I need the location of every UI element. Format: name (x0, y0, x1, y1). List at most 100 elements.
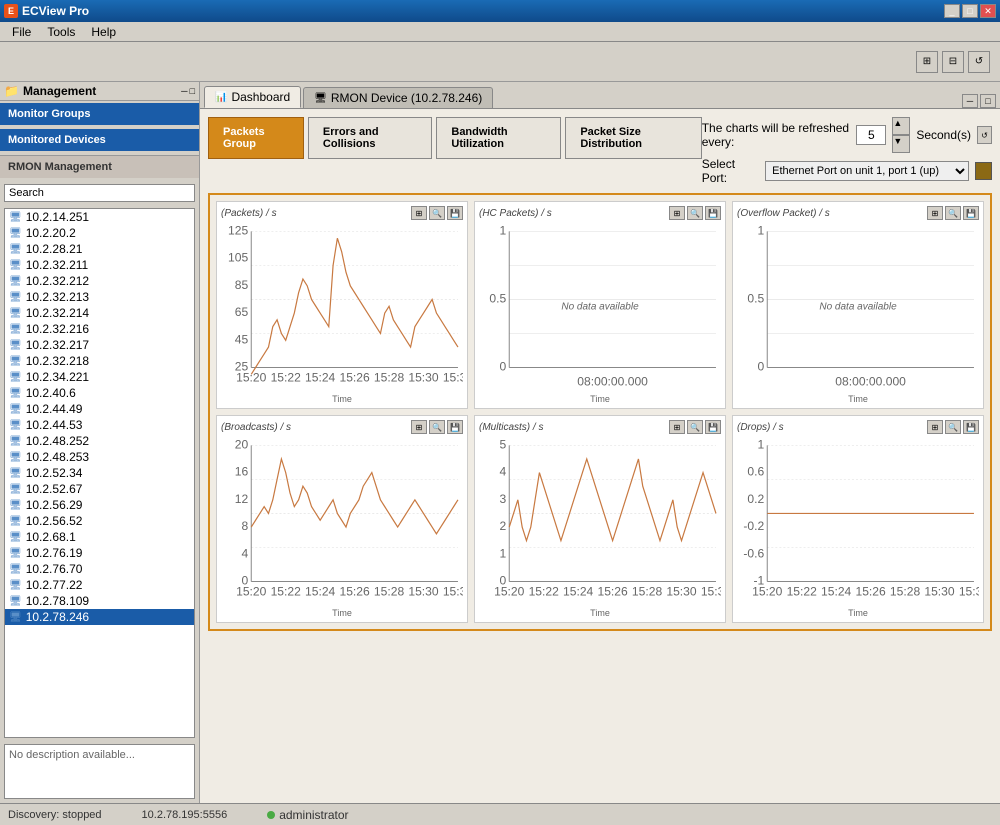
refresh-up-btn[interactable]: ▲ (892, 117, 910, 135)
menu-help[interactable]: Help (83, 23, 124, 41)
list-item[interactable]: 🖥10.2.32.217 (5, 337, 194, 353)
list-item[interactable]: 🖥10.2.52.67 (5, 481, 194, 497)
device-icon: 🖥 (9, 484, 22, 495)
chart-zoom-btn[interactable]: 🔍 (687, 206, 703, 220)
device-icon: 🖥 (9, 468, 22, 479)
list-item[interactable]: 🖥10.2.32.218 (5, 353, 194, 369)
chart-table-btn[interactable]: ⊞ (927, 206, 943, 220)
maximize-button[interactable]: □ (962, 4, 978, 18)
svg-text:15:22: 15:22 (787, 585, 818, 599)
panel-minimize-btn[interactable]: ─ (181, 86, 187, 96)
device-icon: 🖥 (9, 388, 22, 399)
tab-dashboard[interactable]: 📊 Dashboard (204, 86, 301, 108)
refresh-go-btn[interactable]: ↺ (977, 126, 992, 144)
device-icon: 🖥 (9, 516, 22, 527)
svg-text:1: 1 (499, 546, 506, 560)
description-box: No description available... (4, 744, 195, 799)
device-icon: 🖥 (9, 580, 22, 591)
chart-title: (Packets) / s (221, 208, 277, 219)
list-item[interactable]: 🖥10.2.48.252 (5, 433, 194, 449)
port-color-indicator (975, 162, 992, 180)
list-item[interactable]: 🖥10.2.76.19 (5, 545, 194, 561)
list-item[interactable]: 🖥10.2.78.246 (5, 609, 194, 625)
list-item[interactable]: 🖥10.2.56.29 (5, 497, 194, 513)
dashboard-tab-icon: 📊 (215, 92, 227, 103)
chart-area: 10.5008:00:00.000No data available (479, 222, 721, 392)
chart-zoom-btn[interactable]: 🔍 (687, 420, 703, 434)
nav-monitor-groups[interactable]: Monitor Groups (0, 103, 199, 125)
chart-table-btn[interactable]: ⊞ (411, 206, 427, 220)
minimize-button[interactable]: _ (944, 4, 960, 18)
menu-bar: File Tools Help (0, 22, 1000, 42)
chart-zoom-btn[interactable]: 🔍 (429, 420, 445, 434)
chart-export-btn[interactable]: 💾 (705, 206, 721, 220)
btn-packets-group[interactable]: Packets Group (208, 117, 304, 159)
chart-table-btn[interactable]: ⊞ (411, 420, 427, 434)
refresh-down-btn[interactable]: ▼ (892, 135, 910, 153)
refresh-value-input[interactable] (856, 125, 886, 145)
device-list: 🖥10.2.14.251🖥10.2.20.2🖥10.2.28.21🖥10.2.3… (4, 208, 195, 738)
list-item[interactable]: 🖥10.2.32.212 (5, 273, 194, 289)
chart-export-btn[interactable]: 💾 (447, 206, 463, 220)
chart-zoom-btn[interactable]: 🔍 (945, 206, 961, 220)
close-button[interactable]: ✕ (980, 4, 996, 18)
status-dot (267, 811, 275, 819)
panel-restore-btn[interactable]: □ (190, 86, 195, 96)
list-item[interactable]: 🖥10.2.32.216 (5, 321, 194, 337)
panel-controls[interactable]: ─ □ (181, 86, 195, 96)
svg-text:16: 16 (235, 465, 249, 479)
button-group: Packets Group Errors and Collisions Band… (208, 117, 702, 159)
toolbar-refresh-btn[interactable]: ↺ (968, 51, 990, 73)
list-item[interactable]: 🖥10.2.34.221 (5, 369, 194, 385)
svg-text:0.5: 0.5 (489, 291, 506, 305)
btn-packet-size[interactable]: Packet Size Distribution (565, 117, 701, 159)
list-item[interactable]: 🖥10.2.28.21 (5, 241, 194, 257)
list-item[interactable]: 🖥10.2.40.6 (5, 385, 194, 401)
list-item[interactable]: 🖥10.2.44.49 (5, 401, 194, 417)
chart-zoom-btn[interactable]: 🔍 (945, 420, 961, 434)
toolbar-grid-btn[interactable]: ⊞ (916, 51, 938, 73)
list-item[interactable]: 🖥10.2.78.109 (5, 593, 194, 609)
list-item[interactable]: 🖥10.2.77.22 (5, 577, 194, 593)
list-item[interactable]: 🖥10.2.32.213 (5, 289, 194, 305)
list-item[interactable]: 🖥10.2.32.211 (5, 257, 194, 273)
right-panel-minimize[interactable]: ─ (962, 94, 978, 108)
list-item[interactable]: 🖥10.2.44.53 (5, 417, 194, 433)
chart-table-btn[interactable]: ⊞ (669, 206, 685, 220)
chart-export-btn[interactable]: 💾 (705, 420, 721, 434)
list-item[interactable]: 🖥10.2.20.2 (5, 225, 194, 241)
svg-text:15:24: 15:24 (305, 371, 336, 385)
chart-export-btn[interactable]: 💾 (963, 420, 979, 434)
toolbar-minus-btn[interactable]: ⊟ (942, 51, 964, 73)
chart-table-btn[interactable]: ⊞ (669, 420, 685, 434)
chart-export-btn[interactable]: 💾 (447, 420, 463, 434)
chart-title: (Broadcasts) / s (221, 422, 291, 433)
list-item[interactable]: 🖥10.2.14.251 (5, 209, 194, 225)
right-panel-restore[interactable]: □ (980, 94, 996, 108)
nav-monitored-devices[interactable]: Monitored Devices (0, 129, 199, 151)
svg-text:15:24: 15:24 (563, 585, 594, 599)
port-select[interactable]: Ethernet Port on unit 1, port 1 (up) (765, 161, 969, 181)
search-input[interactable] (4, 184, 195, 202)
nav-rmon-management[interactable]: RMON Management (0, 155, 199, 178)
menu-file[interactable]: File (4, 23, 39, 41)
chart-buttons: ⊞ 🔍 💾 (927, 206, 979, 220)
chart-zoom-btn[interactable]: 🔍 (429, 206, 445, 220)
list-item[interactable]: 🖥10.2.68.1 (5, 529, 194, 545)
list-item[interactable]: 🖥10.2.32.214 (5, 305, 194, 321)
list-item[interactable]: 🖥10.2.52.34 (5, 465, 194, 481)
device-icon: 🖥 (9, 212, 22, 223)
chart-table-btn[interactable]: ⊞ (927, 420, 943, 434)
tab-rmon-device[interactable]: 🖥 RMON Device (10.2.78.246) (303, 87, 493, 108)
menu-tools[interactable]: Tools (39, 23, 83, 41)
chart-export-btn[interactable]: 💾 (963, 206, 979, 220)
list-item[interactable]: 🖥10.2.48.253 (5, 449, 194, 465)
svg-text:1: 1 (757, 437, 764, 451)
list-item[interactable]: 🖥10.2.76.70 (5, 561, 194, 577)
list-item[interactable]: 🖥10.2.56.52 (5, 513, 194, 529)
title-bar-controls[interactable]: _ □ ✕ (944, 4, 996, 18)
panel-top-controls[interactable]: ─ □ (962, 94, 996, 108)
btn-bandwidth-util[interactable]: Bandwidth Utilization (436, 117, 561, 159)
btn-errors-collisions[interactable]: Errors and Collisions (308, 117, 432, 159)
toolbar-area: ⊞ ⊟ ↺ (0, 42, 1000, 82)
